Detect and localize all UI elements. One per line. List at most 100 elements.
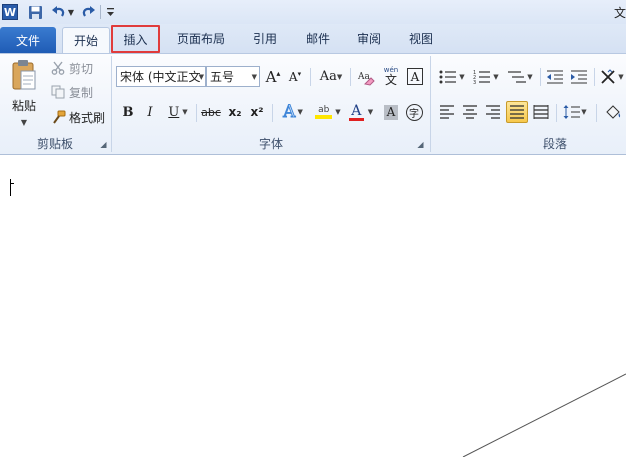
clipboard-group-label: 剪贴板 <box>36 136 73 151</box>
text-highlight-dropdown-icon: ▼ <box>335 108 341 116</box>
increase-indent-button[interactable] <box>568 66 590 87</box>
format-painter-icon <box>50 109 66 125</box>
paste-icon <box>11 59 37 91</box>
clear-formatting-button[interactable]: Aa <box>356 66 376 87</box>
highlight-label: ab <box>318 105 330 115</box>
redo-icon <box>82 6 95 17</box>
tab-home[interactable]: 开始 <box>62 27 110 53</box>
tab-references[interactable]: 引用 <box>246 24 284 53</box>
justify-button[interactable] <box>506 101 528 123</box>
character-border-button[interactable]: A <box>406 66 424 87</box>
shading-button[interactable] <box>602 101 624 123</box>
document-canvas[interactable] <box>0 156 626 457</box>
strikethrough-button[interactable]: abc <box>200 101 222 123</box>
save-button[interactable] <box>26 3 44 21</box>
separator <box>594 68 595 86</box>
superscript-button[interactable]: x² <box>248 101 266 123</box>
grow-font-button[interactable]: A▴ <box>264 66 282 87</box>
numbering-button[interactable]: 1 2 3 ▼ <box>470 66 502 87</box>
tab-page-layout[interactable]: 页面布局 <box>168 24 234 53</box>
align-left-button[interactable] <box>437 101 457 123</box>
change-case-button[interactable]: Aa ▼ <box>316 66 346 87</box>
line-spacing-icon <box>563 105 581 119</box>
enclose-characters-button[interactable]: 字 <box>404 101 424 123</box>
clipboard-dialog-launcher-icon[interactable]: ◢ <box>99 140 108 149</box>
phonetic-guide-button[interactable]: wén 文 <box>380 66 402 87</box>
align-center-button[interactable] <box>460 101 480 123</box>
multilevel-list-icon <box>508 70 527 83</box>
font-size-select[interactable]: 五号 ▼ <box>206 66 260 87</box>
font-color-button[interactable]: A ▼ <box>346 101 376 123</box>
paste-button[interactable]: 粘贴 ▼ <box>4 57 44 127</box>
undo-icon <box>51 6 64 17</box>
text-effects-dropdown-icon: ▼ <box>297 108 303 116</box>
undo-dropdown-icon[interactable]: ▼ <box>66 3 76 21</box>
bullets-button[interactable]: ▼ <box>437 66 467 87</box>
tab-file[interactable]: 文件 <box>0 27 56 53</box>
separator <box>350 68 351 86</box>
increase-indent-icon <box>571 70 587 83</box>
distributed-button[interactable] <box>531 101 551 123</box>
customize-quick-access-icon <box>106 8 114 16</box>
align-right-button[interactable] <box>483 101 503 123</box>
undo-button[interactable] <box>50 3 66 21</box>
font-name-select[interactable]: 宋体 (中文正文 ▼ <box>116 66 206 87</box>
paragraph-mark <box>10 183 14 184</box>
subscript-button[interactable]: x₂ <box>226 101 244 123</box>
line-spacing-button[interactable]: ▼ <box>560 101 590 123</box>
font-color-dropdown-icon: ▼ <box>367 108 374 116</box>
window-title: 文 <box>613 6 626 20</box>
font-name-value: 宋体 (中文正文 <box>120 70 201 84</box>
paste-dropdown-icon[interactable]: ▼ <box>21 118 27 127</box>
format-painter-label: 格式刷 <box>69 110 106 125</box>
tab-insert[interactable]: 插入 <box>111 25 160 53</box>
decrease-indent-icon <box>547 70 563 83</box>
shrink-font-button[interactable]: A▾ <box>286 66 304 87</box>
text-highlight-button[interactable]: ab ▼ <box>312 101 344 123</box>
underline-dropdown-icon: ▼ <box>182 108 188 116</box>
copy-button[interactable]: 复制 <box>50 82 93 102</box>
customize-quick-access-button[interactable] <box>104 3 116 21</box>
justify-icon <box>510 105 524 119</box>
character-shading-button[interactable]: A <box>382 101 400 123</box>
font-color-icon: A <box>348 102 364 121</box>
redo-button[interactable] <box>80 3 96 21</box>
cut-button[interactable]: 剪切 <box>50 58 93 78</box>
separator <box>556 104 557 122</box>
character-border-icon: A <box>407 68 423 85</box>
separator <box>272 104 273 122</box>
format-painter-button[interactable]: 格式刷 <box>50 107 105 127</box>
tab-mailings[interactable]: 邮件 <box>299 24 337 53</box>
highlight-color-bar <box>315 115 333 119</box>
chinese-layout-dropdown-icon: ▼ <box>618 72 624 81</box>
save-icon <box>28 5 42 19</box>
bold-button[interactable]: B <box>120 101 136 123</box>
tab-view[interactable]: 视图 <box>402 24 440 53</box>
line-spacing-dropdown-icon: ▼ <box>581 108 587 116</box>
shrink-font-icon: A▾ <box>288 69 302 84</box>
copy-icon <box>50 84 66 100</box>
phonetic-guide-char: 文 <box>384 72 397 87</box>
separator <box>540 68 541 86</box>
tab-review[interactable]: 审阅 <box>350 24 388 53</box>
multilevel-list-button[interactable]: ▼ <box>504 66 536 87</box>
decrease-indent-button[interactable] <box>544 66 566 87</box>
font-size-dropdown-icon: ▼ <box>251 72 257 81</box>
italic-button[interactable]: I <box>142 101 158 123</box>
font-name-dropdown-icon: ▼ <box>198 72 204 81</box>
underline-button[interactable]: U ▼ <box>166 101 190 123</box>
font-dialog-launcher-icon[interactable]: ◢ <box>416 140 425 149</box>
text-effects-button[interactable]: A ▼ <box>278 101 308 123</box>
separator <box>196 104 197 122</box>
chinese-layout-button[interactable]: ▼ <box>598 66 626 87</box>
separator <box>310 68 311 86</box>
font-color-label: A <box>351 102 362 119</box>
quick-access-separator <box>100 5 101 19</box>
word-logo-icon[interactable]: W <box>2 4 18 20</box>
clear-formatting-icon: Aa <box>357 72 375 86</box>
distributed-icon <box>533 105 549 119</box>
page-edge-line <box>462 373 626 457</box>
separator <box>596 104 597 122</box>
svg-text:3: 3 <box>473 80 476 85</box>
grow-font-icon: A▴ <box>265 67 281 86</box>
